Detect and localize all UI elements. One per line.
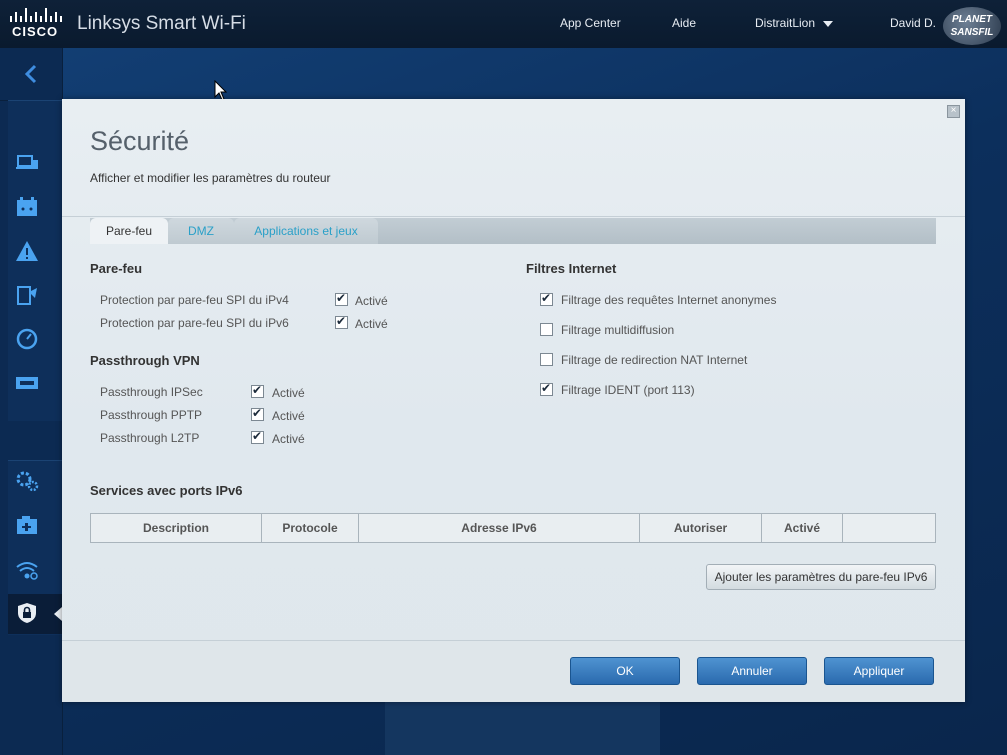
watermark-logo: PLANET SANSFIL (943, 7, 1001, 45)
cisco-wordmark: CISCO (12, 24, 59, 39)
close-icon[interactable]: × (947, 105, 960, 118)
column-enabled: Activé (761, 513, 843, 543)
vpn-section-title: Passthrough VPN (90, 353, 200, 368)
spi-ipv4-checkbox[interactable] (335, 291, 348, 306)
nav-network-menu[interactable]: DistraitLion (755, 16, 834, 30)
apply-button[interactable]: Appliquer (824, 657, 934, 685)
spi-ipv6-status: Activé (355, 317, 388, 331)
spi-ipv4-status: Activé (355, 294, 388, 308)
lock-icon[interactable] (15, 602, 39, 624)
ipsec-status: Activé (272, 386, 305, 400)
filter-multicast-checkbox[interactable] (540, 323, 553, 336)
l2tp-label: Passthrough L2TP (100, 431, 200, 445)
spi-ipv4-label: Protection par pare-feu SPI du iPv4 (100, 293, 289, 307)
column-ipv6-address: Adresse IPv6 (358, 513, 640, 543)
security-dialog: × Sécurité Afficher et modifier les para… (62, 99, 965, 702)
ipsec-label: Passthrough IPSec (100, 385, 203, 399)
usb-icon[interactable] (15, 372, 39, 394)
ipsec-checkbox[interactable] (251, 383, 264, 398)
filters-section-title: Filtres Internet (526, 261, 617, 276)
column-allow: Autoriser (639, 513, 762, 543)
l2tp-status: Activé (272, 432, 305, 446)
background-panel (385, 700, 660, 755)
chevron-down-icon (823, 20, 834, 27)
wifi-icon[interactable] (15, 558, 39, 580)
filter-ident-label: Filtrage IDENT (port 113) (561, 383, 695, 397)
camera-icon[interactable] (15, 514, 39, 536)
firewall-section-title: Pare-feu (90, 261, 143, 276)
nav-user[interactable]: David D. (890, 16, 936, 30)
ok-button[interactable]: OK (570, 657, 680, 685)
back-arrow-icon (24, 64, 37, 84)
tab-apps-games[interactable]: Applications et jeux (234, 218, 378, 244)
column-actions (842, 513, 936, 543)
tab-firewall[interactable]: Pare-feu (90, 218, 168, 244)
add-ipv6-firewall-button[interactable]: Ajouter les paramètres du pare-feu IPv6 (706, 564, 936, 590)
page-subtitle: Afficher et modifier les paramètres du r… (90, 171, 331, 185)
filter-nat-redirect-label: Filtrage de redirection NAT Internet (561, 353, 748, 367)
filter-multicast-label: Filtrage multidiffusion (561, 323, 675, 337)
ipv6-services-title: Services avec ports IPv6 (90, 483, 243, 498)
cisco-logo-icon (10, 8, 62, 22)
pptp-status: Activé (272, 409, 305, 423)
filter-anonymous-checkbox[interactable] (540, 291, 553, 306)
filter-nat-redirect-checkbox[interactable] (540, 353, 553, 366)
filter-ident-checkbox[interactable] (540, 381, 553, 396)
tab-strip: Pare-feu DMZ Applications et jeux (90, 218, 936, 244)
divider (62, 216, 965, 217)
sidebar-back-button[interactable] (0, 48, 62, 101)
nav-help[interactable]: Aide (672, 16, 696, 30)
tab-dmz[interactable]: DMZ (168, 218, 234, 244)
cancel-button[interactable]: Annuler (697, 657, 807, 685)
table-header-row: Description Protocole Adresse IPv6 Autor… (90, 513, 936, 543)
brand-title: Linksys Smart Wi-Fi (77, 13, 246, 34)
warning-icon[interactable] (15, 240, 39, 262)
update-icon[interactable] (15, 284, 39, 306)
ipv6-services-table: Description Protocole Adresse IPv6 Autor… (90, 513, 936, 543)
filter-anonymous-label: Filtrage des requêtes Internet anonymes (561, 293, 777, 307)
spi-ipv6-checkbox[interactable] (335, 314, 348, 329)
l2tp-checkbox[interactable] (251, 429, 264, 444)
sidebar-active-pointer (54, 607, 62, 621)
column-description: Description (90, 513, 262, 543)
column-protocol: Protocole (261, 513, 359, 543)
calendar-icon[interactable] (15, 196, 39, 218)
settings-icon[interactable] (15, 470, 39, 492)
page-title: Sécurité (90, 126, 190, 156)
spi-ipv6-label: Protection par pare-feu SPI du iPv6 (100, 316, 289, 330)
pptp-label: Passthrough PPTP (100, 408, 203, 422)
nav-app-center[interactable]: App Center (560, 16, 621, 30)
pptp-checkbox[interactable] (251, 406, 264, 421)
sidebar (0, 48, 63, 755)
devices-icon[interactable] (15, 152, 39, 174)
speedometer-icon[interactable] (15, 328, 39, 350)
top-bar: CISCO Linksys Smart Wi-Fi App Center Aid… (0, 0, 1007, 49)
network-name: DistraitLion (755, 16, 816, 30)
